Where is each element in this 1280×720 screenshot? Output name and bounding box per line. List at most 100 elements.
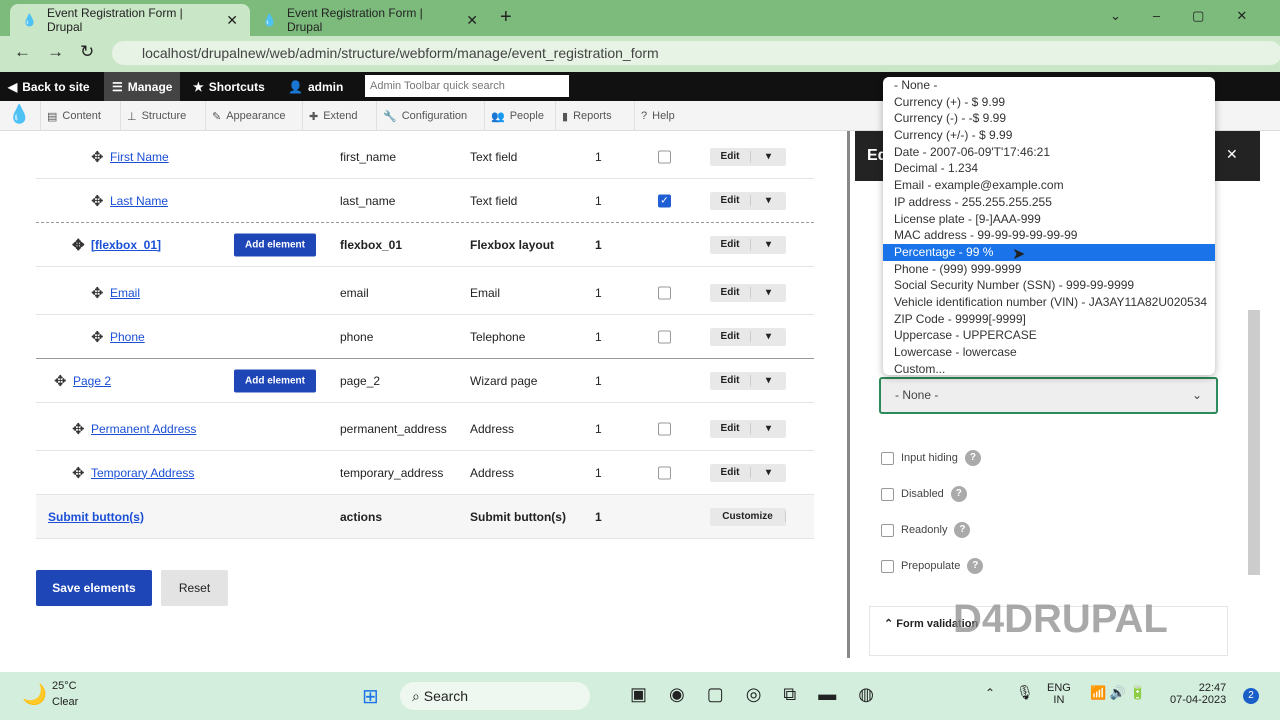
panel-scrollbar[interactable]	[1248, 310, 1260, 575]
notification-badge[interactable]: 2	[1243, 688, 1259, 704]
checkbox[interactable]	[881, 487, 894, 501]
drag-handle-icon[interactable]: ✥	[72, 420, 85, 438]
checkbox[interactable]	[881, 451, 894, 465]
dropdown-option[interactable]: MAC address - 99-99-99-99-99-99	[883, 227, 1215, 244]
element-title-link[interactable]: Phone	[110, 330, 145, 344]
drag-handle-icon[interactable]: ✥	[91, 328, 104, 346]
menu-appearance[interactable]: ✎ Appearance	[205, 101, 292, 131]
element-title-link[interactable]: Page 2	[73, 374, 111, 388]
chevron-down-icon[interactable]: ▾	[751, 467, 786, 478]
manage-tab[interactable]: ☰ Manage	[104, 72, 181, 101]
panel-checkbox-row[interactable]: Disabled?	[881, 486, 967, 502]
dropdown-option[interactable]: Date - 2007-06-09'T'17:46:21	[883, 144, 1215, 161]
close-tab-icon[interactable]: ✕	[226, 12, 238, 29]
chevron-down-icon[interactable]: ▾	[751, 331, 786, 342]
reset-button[interactable]: Reset	[161, 570, 228, 606]
element-title-link[interactable]: Submit button(s)	[48, 510, 144, 524]
menu-extend[interactable]: ✚ Extend	[302, 101, 363, 131]
help-icon[interactable]: ?	[954, 522, 971, 538]
mic-icon[interactable]: 🎙	[1016, 684, 1034, 701]
dropdown-option[interactable]: License plate - [9-]AAA-999	[883, 211, 1215, 228]
panel-checkbox-row[interactable]: Readonly?	[881, 522, 971, 538]
element-title-link[interactable]: First Name	[110, 150, 169, 164]
element-title-link[interactable]: Email	[110, 286, 140, 300]
chevron-down-icon[interactable]: ▾	[751, 239, 786, 250]
close-tab-icon[interactable]: ✕	[466, 12, 478, 29]
panel-checkbox-row[interactable]: Input hiding?	[881, 450, 981, 466]
add-element-button[interactable]: Add element	[234, 233, 316, 256]
clock[interactable]: 22:47 07-04-2023	[1170, 682, 1226, 706]
url-input[interactable]: localhost/drupalnew/web/admin/structure/…	[112, 41, 1280, 65]
required-checkbox[interactable]	[658, 466, 671, 479]
dropdown-option[interactable]: Custom...	[883, 361, 1215, 378]
dropdown-option[interactable]: Decimal - 1.234	[883, 160, 1215, 177]
dropdown-option[interactable]: ZIP Code - 99999[-9999]	[883, 311, 1215, 328]
dropdown-option[interactable]: Social Security Number (SSN) - 999-99-99…	[883, 277, 1215, 294]
drag-handle-icon[interactable]: ✥	[54, 372, 67, 390]
network-volume-battery-icons[interactable]: 📶 🔊 🔋	[1090, 685, 1146, 701]
new-tab-icon[interactable]: +	[500, 6, 512, 29]
dropdown-option[interactable]: Vehicle identification number (VIN) - JA…	[883, 294, 1215, 311]
help-icon[interactable]: ?	[964, 450, 981, 466]
menu-help[interactable]: ? Help	[634, 101, 681, 131]
edit-button[interactable]: Edit ▾	[710, 419, 786, 438]
input-mask-select[interactable]: - None - ⌄	[879, 377, 1218, 414]
dropdown-option[interactable]: Lowercase - lowercase	[883, 344, 1215, 361]
toolbar-search-input[interactable]: Admin Toolbar quick search	[365, 75, 569, 97]
dropdown-option[interactable]: Phone - (999) 999-9999	[883, 261, 1215, 278]
edit-button[interactable]: Edit ▾	[710, 191, 786, 210]
customize-button[interactable]: Customize	[710, 507, 786, 526]
windows-start-icon[interactable]: ⊞	[362, 684, 379, 709]
dropdown-option[interactable]: - None -	[883, 77, 1215, 94]
element-title-link[interactable]: Temporary Address	[91, 466, 194, 480]
required-checkbox[interactable]: ✓	[658, 194, 671, 207]
save-elements-button[interactable]: Save elements	[36, 570, 152, 606]
window-controls[interactable]: ⌄–▢✕	[1110, 8, 1279, 24]
tray-chevron-icon[interactable]: ⌃	[985, 686, 995, 700]
menu-configuration[interactable]: 🔧 Configuration	[376, 101, 473, 131]
menu-structure[interactable]: ⊥ Structure	[120, 101, 192, 131]
browser-tab[interactable]: 💧 Event Registration Form | Drupal ✕	[10, 4, 250, 36]
help-icon[interactable]: ?	[950, 486, 967, 502]
back-to-site-link[interactable]: ◀ Back to site	[0, 72, 98, 101]
dropdown-option[interactable]: Currency (-) - -$ 9.99	[883, 110, 1215, 127]
dropdown-option[interactable]: Currency (+) - $ 9.99	[883, 94, 1215, 111]
taskbar-search[interactable]: ⌕ Search	[400, 682, 590, 710]
browser-tab[interactable]: 💧 Event Registration Form | Drupal ✕	[250, 4, 490, 36]
dropdown-option[interactable]: Currency (+/-) - $ 9.99	[883, 127, 1215, 144]
edit-button[interactable]: Edit ▾	[710, 283, 786, 302]
shortcuts-tab[interactable]: ★ Shortcuts	[185, 72, 273, 101]
drag-handle-icon[interactable]: ✥	[72, 464, 85, 482]
nav-buttons[interactable]: ←→↻	[14, 42, 110, 62]
edit-button[interactable]: Edit ▾	[710, 327, 786, 346]
element-title-link[interactable]: Permanent Address	[91, 422, 196, 436]
checkbox[interactable]	[881, 523, 894, 537]
chevron-down-icon[interactable]: ▾	[751, 151, 786, 162]
drag-handle-icon[interactable]: ✥	[72, 236, 85, 254]
chevron-down-icon[interactable]: ▾	[751, 423, 786, 434]
checkbox[interactable]	[881, 559, 894, 573]
drag-handle-icon[interactable]: ✥	[91, 284, 104, 302]
edit-button[interactable]: Edit ▾	[710, 463, 786, 482]
required-checkbox[interactable]	[658, 150, 671, 163]
dropdown-option[interactable]: IP address - 255.255.255.255	[883, 194, 1215, 211]
drag-handle-icon[interactable]: ✥	[91, 148, 104, 166]
element-title-link[interactable]: Last Name	[110, 194, 168, 208]
close-panel-icon[interactable]: ✕	[1226, 146, 1238, 163]
menu-people[interactable]: 👥 People	[484, 101, 550, 131]
drupal-logo-icon[interactable]: 💧	[8, 104, 30, 125]
menu-content[interactable]: ▤ Content	[40, 101, 107, 131]
edit-button[interactable]: Edit ▾	[710, 147, 786, 166]
required-checkbox[interactable]	[658, 422, 671, 435]
element-title-link[interactable]: [flexbox_01]	[91, 238, 161, 252]
dropdown-option[interactable]: Uppercase - UPPERCASE	[883, 327, 1215, 344]
edit-button[interactable]: Edit ▾	[710, 371, 786, 390]
user-tab[interactable]: 👤 admin	[280, 72, 351, 101]
required-checkbox[interactable]	[658, 330, 671, 343]
language-indicator[interactable]: ENG IN	[1047, 682, 1071, 706]
required-checkbox[interactable]	[658, 286, 671, 299]
help-icon[interactable]: ?	[967, 558, 984, 574]
taskbar-apps[interactable]: ▣◉▢◎⧉▬◍	[630, 684, 896, 705]
add-element-button[interactable]: Add element	[234, 369, 316, 392]
panel-checkbox-row[interactable]: Prepopulate?	[881, 558, 984, 574]
